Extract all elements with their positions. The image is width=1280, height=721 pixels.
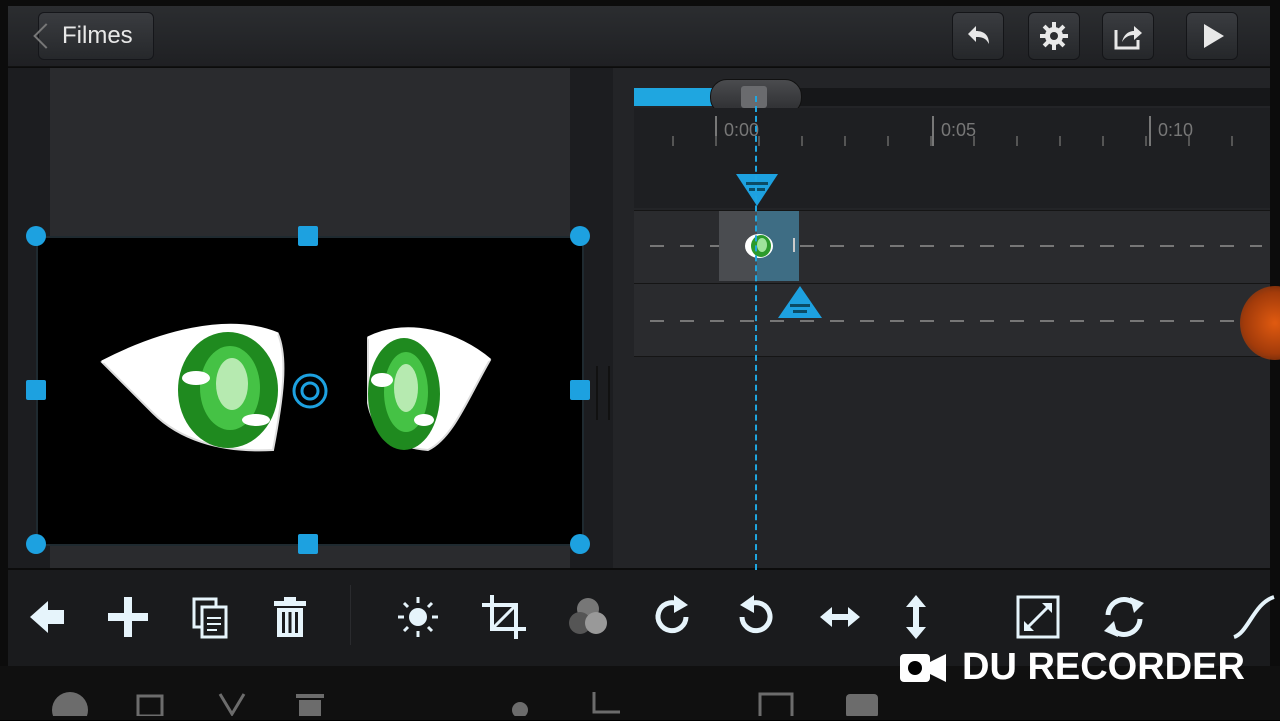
resize-handle-left[interactable] — [26, 380, 46, 400]
delete-button[interactable] — [266, 593, 314, 641]
resize-handle-top-left[interactable] — [26, 226, 46, 246]
fit-button[interactable] — [1014, 593, 1062, 641]
share-icon — [1114, 26, 1142, 50]
delete-icon — [274, 597, 306, 637]
ruler-label-0: 0:00 — [724, 120, 760, 140]
share-button[interactable] — [1102, 12, 1154, 60]
playhead-line[interactable] — [755, 96, 757, 570]
resize-handle-bottom-right[interactable] — [570, 534, 590, 554]
back-button[interactable]: Filmes — [33, 12, 154, 60]
thumb-grip — [741, 86, 767, 108]
play-button[interactable] — [1186, 12, 1238, 60]
crop-button[interactable] — [480, 593, 528, 641]
back-button-label: Filmes — [62, 22, 133, 49]
flip-horizontal-button[interactable] — [816, 593, 864, 641]
copy-button[interactable] — [186, 593, 234, 641]
video-camera-icon — [900, 654, 946, 682]
gear-icon — [1040, 22, 1068, 50]
recorder-watermark: DU RECORDER — [898, 640, 1258, 696]
crop-icon — [482, 595, 526, 639]
rotate-left-button[interactable] — [732, 593, 780, 641]
ghost-delete-icon — [290, 690, 330, 716]
ghost-square-icon — [842, 690, 882, 718]
toolbar-separator — [350, 585, 351, 645]
rotate-right-icon — [655, 595, 689, 634]
resize-handle-top-right[interactable] — [570, 226, 590, 246]
ghost-crop-icon — [586, 690, 626, 716]
track-2-guide — [650, 320, 1262, 322]
add-icon — [108, 597, 148, 637]
anime-eyes-image — [100, 323, 492, 452]
resize-handle-top[interactable] — [298, 226, 318, 246]
flip-vertical-icon — [906, 595, 926, 639]
rotate-left-icon — [739, 595, 773, 634]
chevron-left-icon — [33, 23, 59, 49]
flip-horizontal-icon — [820, 607, 860, 627]
fit-icon — [1016, 595, 1060, 639]
undo-button[interactable] — [952, 12, 1004, 60]
refresh-button[interactable] — [1100, 593, 1148, 641]
keyframe-marker-top[interactable] — [734, 172, 780, 208]
resize-handle-bottom-left[interactable] — [26, 534, 46, 554]
ghost-check-icon — [50, 690, 90, 721]
ghost-brightness-icon — [500, 690, 540, 718]
ruler-label-10: 0:10 — [1158, 120, 1194, 140]
undo-icon — [968, 26, 989, 44]
back-arrow-button[interactable] — [24, 593, 72, 641]
resize-handle-right[interactable] — [570, 380, 590, 400]
settings-button[interactable] — [1028, 12, 1080, 60]
flip-vertical-button[interactable] — [892, 593, 940, 641]
brightness-button[interactable] — [394, 593, 442, 641]
selected-image-layer[interactable] — [36, 236, 584, 546]
rotate-right-button[interactable] — [648, 593, 696, 641]
watermark-text: DU RECORDER — [962, 646, 1245, 688]
top-bar: Filmes — [8, 6, 1270, 67]
refresh-icon — [1104, 597, 1144, 637]
curve-icon — [1233, 595, 1275, 639]
panel-resize-handle[interactable] — [596, 366, 610, 420]
back-arrow-icon — [30, 601, 64, 633]
copy-icon — [192, 597, 228, 639]
ghost-copy-icon — [132, 690, 172, 718]
keyframe-marker-bottom[interactable] — [776, 284, 824, 320]
color-icon — [569, 598, 607, 634]
color-button[interactable] — [564, 593, 612, 641]
app-frame: Filmes 0:00 0:05 0:10 DU RECORDER — [0, 0, 1280, 721]
curve-button[interactable] — [1228, 593, 1275, 641]
clip-thumbnail-icon — [745, 234, 795, 258]
ghost-cut-icon — [212, 690, 252, 717]
ruler-label-5: 0:05 — [941, 120, 977, 140]
add-button[interactable] — [104, 593, 152, 641]
brightness-icon — [398, 597, 438, 637]
resize-handle-bottom[interactable] — [298, 534, 318, 554]
play-icon — [1204, 24, 1224, 48]
ghost-frame-icon — [756, 690, 796, 720]
